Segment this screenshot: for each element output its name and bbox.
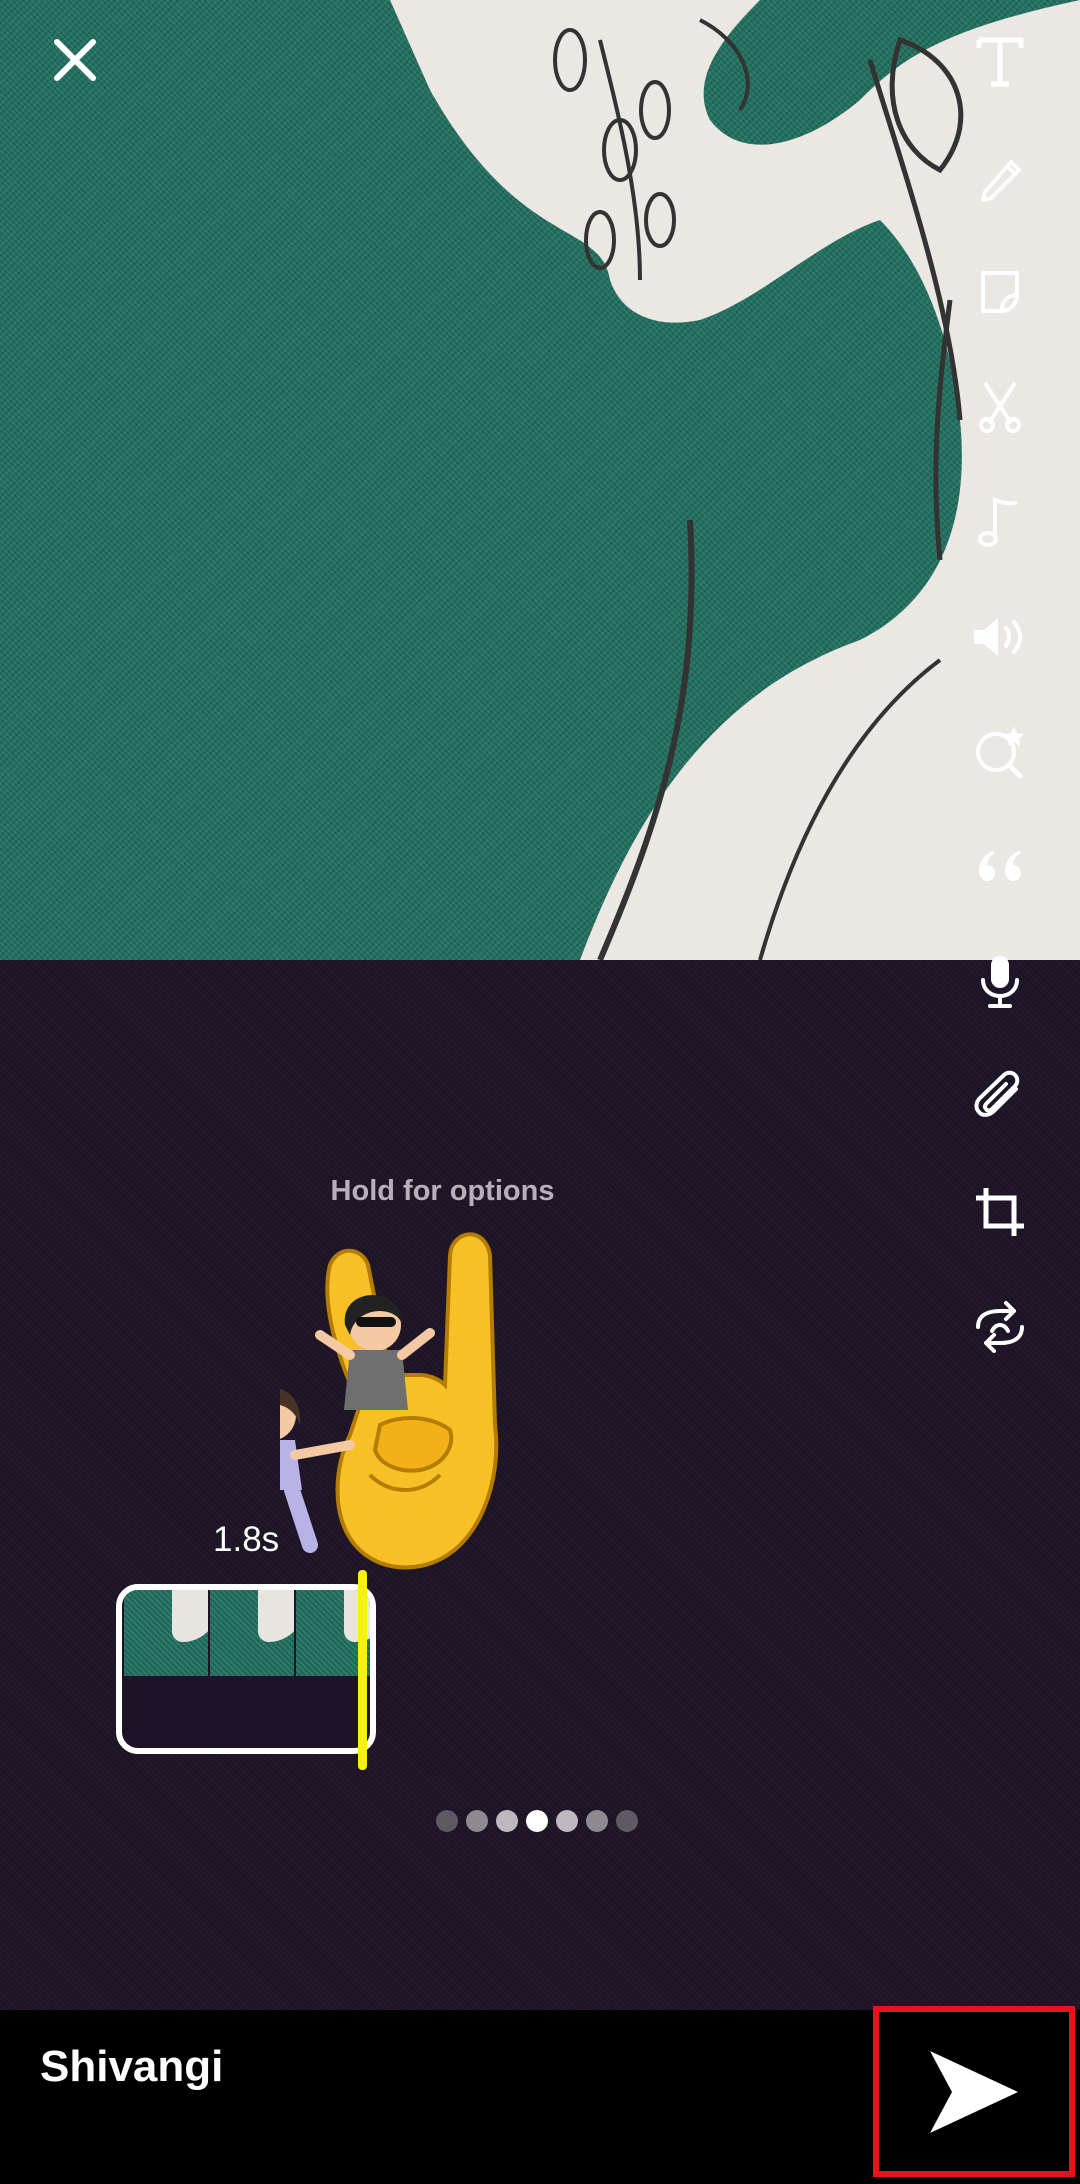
pencil-icon (981, 160, 1021, 202)
send-button[interactable] (873, 2006, 1075, 2177)
paper-cutout-illustration (390, 0, 1080, 960)
clip-frame-thumbnail (124, 1590, 208, 1676)
timeline-clip[interactable] (116, 1584, 376, 1754)
loop-tool-button[interactable] (960, 1287, 1040, 1367)
quote-icon (979, 851, 1021, 881)
page-dot[interactable] (466, 1810, 488, 1832)
editing-toolbar (960, 22, 1040, 1372)
draw-tool-button[interactable] (960, 137, 1040, 217)
page-dot-active[interactable] (526, 1810, 548, 1832)
page-indicator (436, 1810, 638, 1834)
lens-tool-button[interactable] (960, 712, 1040, 792)
quote-tool-button[interactable] (960, 827, 1040, 907)
close-icon (54, 39, 96, 81)
rock-hand-sticker-art (232, 1232, 499, 1570)
text-tool-button[interactable] (960, 22, 1040, 102)
timeline-playhead[interactable] (358, 1570, 367, 1770)
crop-icon (976, 1188, 1024, 1236)
crop-tool-button[interactable] (960, 1172, 1040, 1252)
page-dot[interactable] (616, 1810, 638, 1832)
hold-for-options-hint: Hold for options (330, 1175, 555, 1207)
music-note-icon (978, 497, 1018, 547)
clip-frame-thumbnail (210, 1590, 294, 1676)
scissors-tool-button[interactable] (960, 367, 1040, 447)
sound-tool-button[interactable] (960, 597, 1040, 677)
photo-background (0, 0, 1080, 960)
text-icon (976, 37, 1024, 87)
sticker-icon (981, 271, 1019, 313)
close-button[interactable] (45, 30, 105, 90)
attachment-tool-button[interactable] (960, 1057, 1040, 1137)
music-tool-button[interactable] (960, 482, 1040, 562)
page-dot[interactable] (556, 1810, 578, 1832)
clip-duration-label: 1.8s (213, 1520, 280, 1559)
recipient-name: Shivangi (40, 2042, 224, 2091)
scissors-icon (979, 381, 1021, 433)
paperclip-icon (974, 1070, 1020, 1117)
microphone-icon (981, 956, 1019, 1008)
speaker-icon (974, 618, 1022, 656)
lens-search-icon (976, 726, 1024, 779)
page-dot[interactable] (436, 1810, 458, 1832)
page-dot[interactable] (586, 1810, 608, 1832)
sticker-tool-button[interactable] (960, 252, 1040, 332)
send-arrow-icon (930, 2050, 1018, 2133)
page-dot[interactable] (496, 1810, 518, 1832)
bitmoji-sticker[interactable] (232, 1225, 620, 1590)
loop-icon (976, 1301, 1024, 1353)
voice-tool-button[interactable] (960, 942, 1040, 1022)
